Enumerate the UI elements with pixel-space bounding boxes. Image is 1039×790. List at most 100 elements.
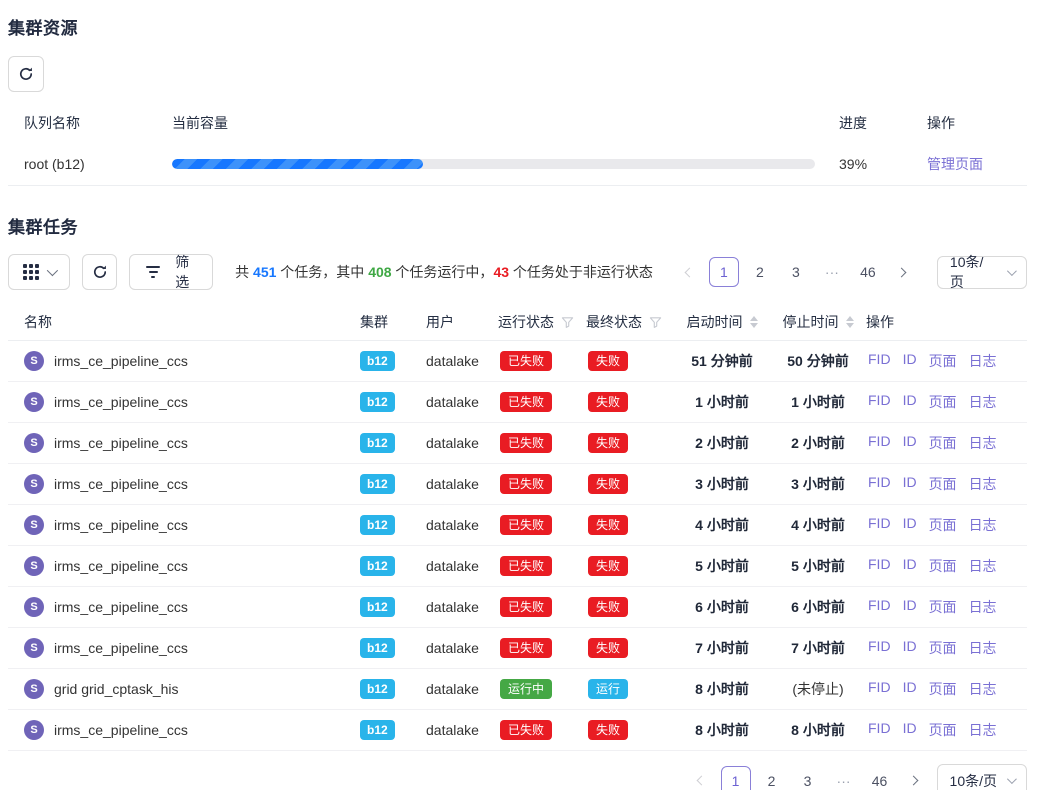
stop-time: 1 小时前 — [770, 392, 866, 412]
start-time: 7 小时前 — [674, 638, 770, 658]
manage-page-link[interactable]: 管理页面 — [927, 156, 983, 172]
cluster-badge: b12 — [360, 720, 395, 740]
table-row: S irms_ce_pipeline_ccs b12 datalake 已失败 … — [8, 710, 1027, 751]
run-status-badge: 已失败 — [500, 433, 552, 453]
id-link[interactable]: ID — [903, 433, 917, 453]
cluster-badge: b12 — [360, 638, 395, 658]
page-link[interactable]: 页面 — [929, 515, 957, 535]
view-layout-button[interactable] — [8, 254, 70, 290]
page-link[interactable]: 页面 — [929, 679, 957, 699]
log-link[interactable]: 日志 — [969, 556, 997, 576]
fid-link[interactable]: FID — [868, 556, 891, 576]
task-name: irms_ce_pipeline_ccs — [54, 640, 188, 656]
fid-link[interactable]: FID — [868, 679, 891, 699]
col-start-time: 启动时间 — [674, 312, 770, 332]
page-button-46[interactable]: 46 — [853, 257, 883, 287]
fid-link[interactable]: FID — [868, 720, 891, 740]
filter-icon — [146, 266, 160, 277]
start-time: 8 小时前 — [674, 679, 770, 699]
id-link[interactable]: ID — [903, 515, 917, 535]
start-time: 1 小时前 — [674, 392, 770, 412]
fid-link[interactable]: FID — [868, 515, 891, 535]
sort-icon[interactable] — [846, 316, 854, 328]
page-link[interactable]: 页面 — [929, 351, 957, 371]
page-button-2[interactable]: 2 — [757, 766, 787, 790]
page-link[interactable]: 页面 — [929, 556, 957, 576]
log-link[interactable]: 日志 — [969, 679, 997, 699]
chevron-down-icon — [47, 265, 58, 276]
pagination-top: 1 2 3 ··· 46 — [677, 257, 915, 287]
queue-name: root (b12) — [24, 156, 148, 172]
resources-refresh-button[interactable] — [8, 56, 44, 92]
cluster-badge: b12 — [360, 474, 395, 494]
id-link[interactable]: ID — [903, 351, 917, 371]
prev-page-button[interactable] — [677, 257, 703, 287]
id-link[interactable]: ID — [903, 638, 917, 658]
task-name: irms_ce_pipeline_ccs — [54, 722, 188, 738]
page-button-2[interactable]: 2 — [745, 257, 775, 287]
task-table-body: S irms_ce_pipeline_ccs b12 datalake 已失败 … — [8, 341, 1027, 751]
page-size-value: 10条/页 — [950, 771, 997, 790]
log-link[interactable]: 日志 — [969, 351, 997, 371]
next-page-button[interactable] — [889, 257, 915, 287]
page-link[interactable]: 页面 — [929, 433, 957, 453]
col-stop-time: 停止时间 — [770, 312, 866, 332]
col-user: 用户 — [426, 312, 498, 332]
cluster-badge: b12 — [360, 679, 395, 699]
page-link[interactable]: 页面 — [929, 597, 957, 617]
fid-link[interactable]: FID — [868, 638, 891, 658]
resources-table-header: 队列名称 当前容量 进度 操作 — [8, 104, 1027, 142]
id-link[interactable]: ID — [903, 556, 917, 576]
fid-link[interactable]: FID — [868, 392, 891, 412]
log-link[interactable]: 日志 — [969, 433, 997, 453]
sort-icon[interactable] — [750, 316, 758, 328]
avatar: S — [24, 474, 44, 494]
page-button-3[interactable]: 3 — [781, 257, 811, 287]
id-link[interactable]: ID — [903, 474, 917, 494]
id-link[interactable]: ID — [903, 392, 917, 412]
filter-funnel-icon[interactable] — [649, 316, 662, 329]
avatar: S — [24, 392, 44, 412]
page-link[interactable]: 页面 — [929, 720, 957, 740]
id-link[interactable]: ID — [903, 597, 917, 617]
page-link[interactable]: 页面 — [929, 474, 957, 494]
resource-row: root (b12) 39% 管理页面 — [8, 142, 1027, 186]
tasks-refresh-button[interactable] — [82, 254, 118, 290]
page-link[interactable]: 页面 — [929, 638, 957, 658]
log-link[interactable]: 日志 — [969, 597, 997, 617]
page-button-46[interactable]: 46 — [865, 766, 895, 790]
total-tasks-count: 451 — [253, 264, 276, 280]
prev-page-button[interactable] — [689, 766, 715, 790]
log-link[interactable]: 日志 — [969, 392, 997, 412]
task-name: irms_ce_pipeline_ccs — [54, 558, 188, 574]
col-run-status: 运行状态 — [498, 312, 586, 332]
fid-link[interactable]: FID — [868, 433, 891, 453]
id-link[interactable]: ID — [903, 720, 917, 740]
page-ellipsis[interactable]: ··· — [817, 257, 847, 287]
page-link[interactable]: 页面 — [929, 392, 957, 412]
page-button-1[interactable]: 1 — [721, 766, 751, 790]
page-button-1[interactable]: 1 — [709, 257, 739, 287]
stop-time: 2 小时前 — [770, 433, 866, 453]
page-size-select[interactable]: 10条/页 — [937, 256, 1027, 289]
page-button-3[interactable]: 3 — [793, 766, 823, 790]
fid-link[interactable]: FID — [868, 597, 891, 617]
log-link[interactable]: 日志 — [969, 515, 997, 535]
col-action: 操作 — [866, 312, 1027, 332]
page-ellipsis[interactable]: ··· — [829, 766, 859, 790]
cluster-badge: b12 — [360, 351, 395, 371]
refresh-icon — [18, 66, 34, 82]
task-user: datalake — [426, 353, 498, 369]
fid-link[interactable]: FID — [868, 474, 891, 494]
col-resource-action: 操作 — [927, 113, 1027, 133]
log-link[interactable]: 日志 — [969, 720, 997, 740]
page-size-select[interactable]: 10条/页 — [937, 764, 1027, 790]
log-link[interactable]: 日志 — [969, 638, 997, 658]
filter-button[interactable]: 筛选 — [129, 254, 213, 290]
next-page-button[interactable] — [901, 766, 927, 790]
fid-link[interactable]: FID — [868, 351, 891, 371]
id-link[interactable]: ID — [903, 679, 917, 699]
filter-funnel-icon[interactable] — [561, 316, 574, 329]
log-link[interactable]: 日志 — [969, 474, 997, 494]
stop-time: 6 小时前 — [770, 597, 866, 617]
